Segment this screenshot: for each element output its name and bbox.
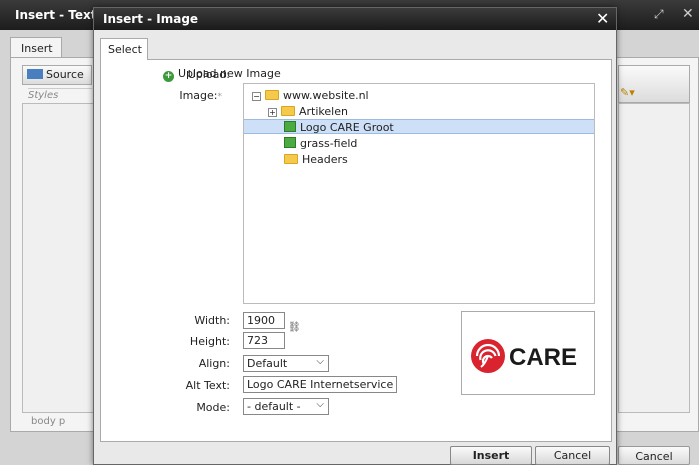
text-color-icon[interactable]: ✎▾	[620, 86, 635, 99]
care-logo-text: CARE	[509, 344, 577, 371]
tree-item-label: Logo CARE Groot	[300, 121, 394, 134]
image-preview: CARE	[461, 311, 595, 395]
chevron-down-icon: ⌵	[316, 399, 324, 410]
dialog-title: Insert - Image	[103, 12, 199, 26]
folder-icon	[265, 90, 279, 100]
styles-dropdown[interactable]: Styles	[28, 88, 92, 102]
mode-value: - default -	[247, 400, 301, 413]
tree-item-label: grass-field	[300, 137, 358, 150]
alt-text-field[interactable]	[243, 376, 397, 393]
upload-new-image-link[interactable]: + Upload new Image	[163, 67, 281, 82]
mode-label: Mode:	[196, 401, 230, 414]
image-label-text: Image:	[179, 89, 218, 102]
mode-select[interactable]: - default - ⌵	[243, 398, 329, 415]
align-select[interactable]: Default ⌵	[243, 355, 329, 372]
tree-root[interactable]: − www.website.nl	[252, 88, 369, 103]
add-icon: +	[163, 71, 174, 82]
care-logo: CARE	[471, 339, 577, 373]
tab-insert[interactable]: Insert	[10, 37, 62, 58]
tree-item-headers[interactable]: Headers	[284, 152, 348, 167]
link-icon[interactable]: ⛓	[288, 322, 301, 333]
folder-icon	[284, 154, 298, 164]
folder-icon	[281, 106, 295, 116]
insert-button[interactable]: Insert	[450, 446, 532, 465]
align-label: Align:	[198, 357, 230, 370]
tree-item-artikelen[interactable]: + Artikelen	[268, 104, 348, 119]
source-button-label: Source	[46, 68, 84, 81]
tree-root-label: www.website.nl	[283, 89, 369, 102]
background-close-icon[interactable]: ✕	[682, 6, 694, 22]
image-tree[interactable]: − www.website.nl + Artikelen Logo CARE Gro…	[243, 83, 595, 304]
background-cancel-button[interactable]: Cancel	[618, 446, 690, 465]
height-label: Height:	[189, 335, 230, 348]
source-button[interactable]: Source	[27, 68, 84, 81]
expand-icon[interactable]: +	[268, 108, 277, 117]
tree-item-grass-field[interactable]: grass-field	[284, 136, 357, 151]
required-mark: *	[217, 92, 223, 102]
editor-area[interactable]	[22, 103, 94, 413]
cancel-button[interactable]: Cancel	[535, 446, 610, 465]
chevron-down-icon: ⌵	[316, 356, 324, 367]
background-dialog-title: Insert - Text	[15, 8, 97, 22]
tree-item-label: Headers	[302, 153, 348, 166]
source-icon	[27, 69, 43, 79]
upload-link-label: Upload new Image	[178, 67, 281, 80]
align-value: Default	[247, 357, 288, 370]
element-path: body p	[31, 416, 66, 427]
maximize-icon[interactable]: ⤢	[654, 7, 664, 22]
editor-area-right[interactable]	[618, 103, 690, 413]
alt-text-label: Alt Text:	[185, 379, 230, 392]
tree-item-label: Artikelen	[299, 105, 348, 118]
image-file-icon	[284, 137, 296, 148]
image-file-icon	[284, 121, 296, 132]
image-label: Image:*	[92, 89, 222, 102]
close-icon[interactable]: ✕	[596, 9, 609, 28]
height-field[interactable]	[243, 332, 285, 349]
collapse-icon[interactable]: −	[252, 92, 261, 101]
width-field[interactable]	[243, 312, 285, 329]
width-label: Width:	[194, 314, 230, 327]
tab-select[interactable]: Select	[100, 38, 148, 60]
tree-item-logo-care-groot[interactable]: Logo CARE Groot	[244, 119, 594, 134]
